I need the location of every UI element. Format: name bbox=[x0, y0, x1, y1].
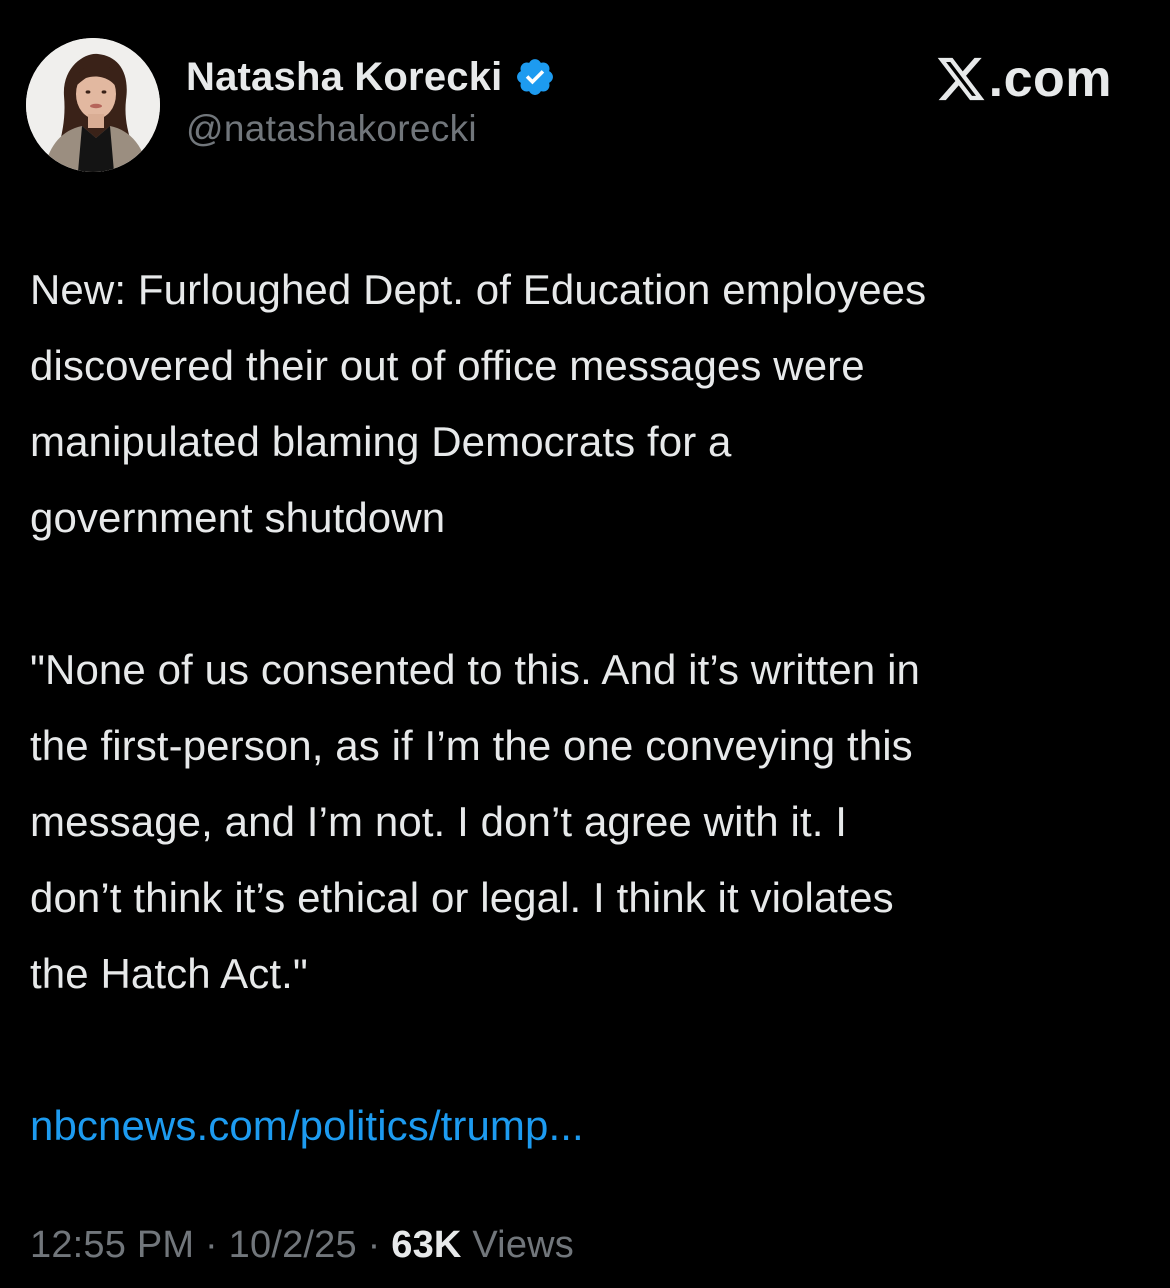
tweet-time[interactable]: 12:55 PM bbox=[30, 1224, 194, 1266]
avatar[interactable] bbox=[26, 38, 160, 172]
tweet-date[interactable]: 10/2/25 bbox=[229, 1224, 357, 1266]
tweet-quote-paragraph: "None of us consented to this. And it’s … bbox=[30, 646, 920, 997]
verified-badge-icon bbox=[514, 56, 556, 98]
brand-text: .com bbox=[988, 50, 1112, 108]
tweet-paragraph: New: Furloughed Dept. of Education emplo… bbox=[30, 266, 927, 541]
author-display-name[interactable]: Natasha Korecki bbox=[186, 55, 502, 100]
author-name-row: Natasha Korecki bbox=[186, 52, 556, 102]
tweet-metadata: 12:55 PM · 10/2/25 · 63K Views bbox=[30, 1224, 574, 1267]
views-count[interactable]: 63K bbox=[391, 1224, 461, 1266]
author-handle[interactable]: @natashakorecki bbox=[186, 108, 477, 150]
tweet-text: New: Furloughed Dept. of Education emplo… bbox=[30, 252, 1150, 1164]
brand-watermark: .com bbox=[935, 50, 1112, 108]
tweet-header: Natasha Korecki @natashakorecki .com bbox=[0, 0, 1170, 200]
meta-separator: · bbox=[205, 1224, 218, 1266]
x-logo-icon bbox=[935, 53, 987, 105]
views-label: Views bbox=[472, 1224, 574, 1266]
profile-photo bbox=[26, 38, 160, 172]
article-link[interactable]: nbcnews.com/politics/trump... bbox=[30, 1088, 1150, 1164]
meta-separator: · bbox=[367, 1224, 381, 1266]
